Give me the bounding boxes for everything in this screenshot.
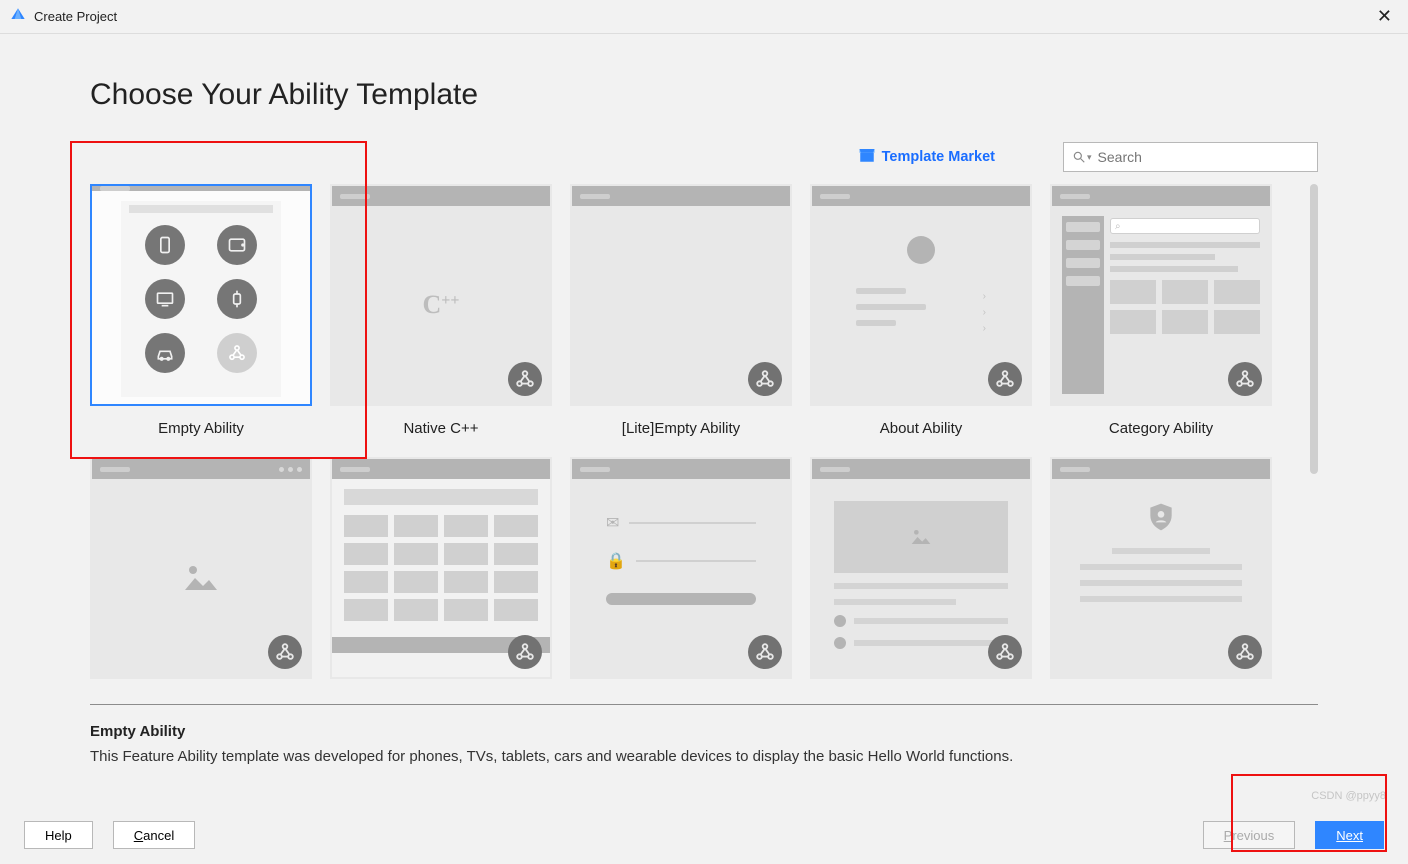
- template-tile[interactable]: ✉ 🔒: [570, 457, 792, 679]
- search-icon: ▾: [1072, 150, 1092, 164]
- window-titlebar: Create Project ✕: [0, 0, 1408, 34]
- distributed-badge-icon: [988, 362, 1022, 396]
- distributed-badge-icon: [508, 362, 542, 396]
- market-icon: [858, 146, 876, 168]
- window-title: Create Project: [34, 9, 117, 24]
- distributed-badge-icon: [748, 635, 782, 669]
- app-logo-icon: [10, 7, 26, 26]
- template-tile-empty-ability[interactable]: Empty Ability: [90, 184, 312, 437]
- distributed-badge-icon: [508, 635, 542, 669]
- search-box[interactable]: ▾: [1063, 142, 1318, 172]
- template-tile-about-ability[interactable]: › › › About Ability: [810, 184, 1032, 437]
- page-heading: Choose Your Ability Template: [90, 78, 1318, 112]
- selected-template-description: This Feature Ability template was develo…: [90, 748, 1318, 765]
- close-icon[interactable]: ✕: [1371, 6, 1398, 27]
- cpp-icon: C++: [342, 216, 540, 394]
- wearable-icon: [217, 279, 257, 319]
- template-market-link[interactable]: Template Market: [858, 146, 995, 168]
- distributed-badge-icon: [988, 635, 1022, 669]
- template-label: [Lite]Empty Ability: [622, 420, 740, 437]
- tablet-icon: [217, 225, 257, 265]
- template-market-label: Template Market: [882, 149, 995, 165]
- next-button[interactable]: Next: [1315, 821, 1384, 849]
- template-tile-native-cpp[interactable]: C++ Native C++: [330, 184, 552, 437]
- phone-icon: [145, 225, 185, 265]
- template-tile[interactable]: [90, 457, 312, 679]
- previous-button: Previous: [1203, 821, 1296, 849]
- template-label: Empty Ability: [158, 420, 244, 437]
- help-button[interactable]: Help: [24, 821, 93, 849]
- tv-icon: [145, 279, 185, 319]
- cancel-button[interactable]: Cancel: [113, 821, 195, 849]
- distributed-badge-icon: [1228, 635, 1262, 669]
- template-label: Category Ability: [1109, 420, 1213, 437]
- template-tile[interactable]: [810, 457, 1032, 679]
- distributed-icon: [217, 333, 257, 373]
- divider: [90, 704, 1318, 705]
- template-tile[interactable]: [1050, 457, 1272, 679]
- mail-icon: ✉: [606, 513, 756, 533]
- car-icon: [145, 333, 185, 373]
- image-icon: [834, 501, 1008, 573]
- lock-icon: 🔒: [606, 551, 756, 571]
- selected-template-title: Empty Ability: [90, 723, 1318, 740]
- watermark: CSDN @ppyy8: [1311, 790, 1386, 802]
- template-label: Native C++: [403, 420, 478, 437]
- search-input[interactable]: [1098, 149, 1309, 165]
- template-tile-category-ability[interactable]: ⌕ Category Ability: [1050, 184, 1272, 437]
- template-label: About Ability: [880, 420, 963, 437]
- distributed-badge-icon: [748, 362, 782, 396]
- shield-user-icon: [1145, 501, 1177, 538]
- footer: Help Cancel Previous Next: [0, 806, 1408, 864]
- template-tile[interactable]: [330, 457, 552, 679]
- scrollbar[interactable]: [1310, 184, 1318, 689]
- distributed-badge-icon: [1228, 362, 1262, 396]
- distributed-badge-icon: [268, 635, 302, 669]
- template-tile-lite-empty-ability[interactable]: [Lite]Empty Ability: [570, 184, 792, 437]
- search-icon: ⌕: [1110, 218, 1260, 234]
